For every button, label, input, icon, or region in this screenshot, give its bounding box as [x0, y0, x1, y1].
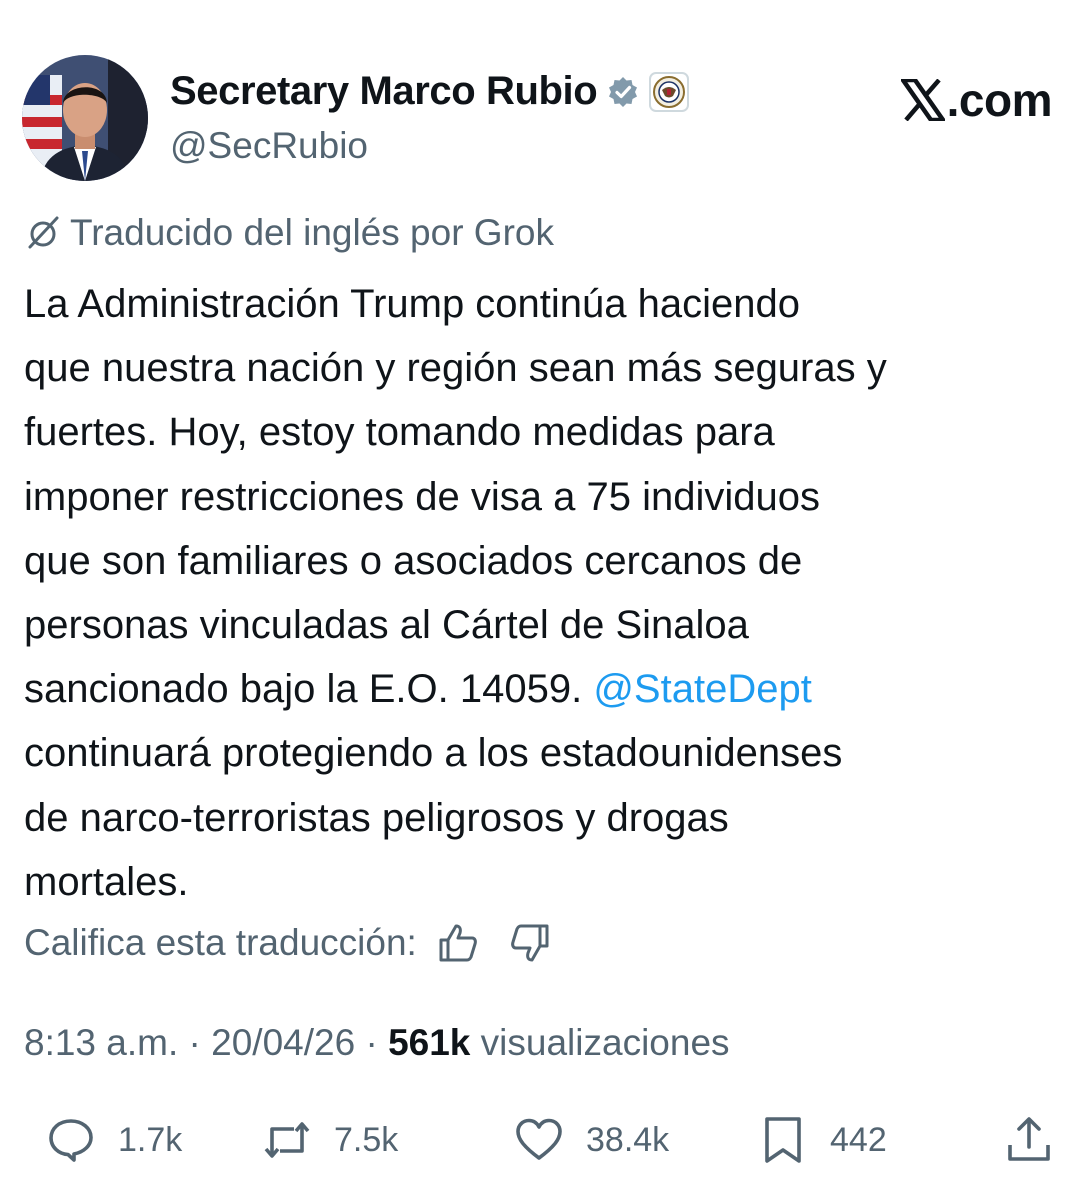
tweet-line: imponer restricciones de visa a 75 indiv… [24, 474, 820, 519]
verified-check-icon [609, 76, 638, 107]
separator: · [365, 1022, 378, 1063]
reply-button[interactable]: 1.7k [46, 1105, 182, 1175]
brand-suffix: .com [946, 74, 1053, 126]
tweet-line: de narco-terroristas peligrosos y drogas [24, 795, 729, 840]
bookmark-count: 442 [830, 1120, 887, 1159]
tweet-line: que nuestra nación y región sean más seg… [24, 346, 887, 391]
tweet-header: Secretary Marco Rubio @SecRubio .com [22, 55, 1053, 185]
repost-icon [264, 1122, 310, 1158]
bookmark-button[interactable]: 442 [758, 1105, 887, 1175]
reply-count: 1.7k [118, 1120, 183, 1159]
share-icon [1008, 1117, 1050, 1161]
tweet-line: que son familiares o asociados cercanos … [24, 538, 803, 583]
action-bar: 1.7k 7.5k 38.4k 442 [0, 1105, 1075, 1175]
rate-translation-label: Califica esta traducción: [24, 922, 417, 963]
tweet-line: mortales. [24, 859, 189, 904]
tweet-line: fuertes. Hoy, estoy tomando medidas para [24, 410, 775, 455]
views-count: 561k [388, 1022, 471, 1063]
mention-link[interactable]: @StateDept [593, 667, 812, 711]
handle[interactable]: @SecRubio [170, 125, 368, 167]
grok-icon [28, 216, 59, 249]
brand-watermark: .com [900, 73, 1053, 127]
translation-note-text[interactable]: Traducido del inglés por Grok [70, 212, 554, 254]
repost-count: 7.5k [334, 1120, 399, 1159]
translation-note: Traducido del inglés por Grok [24, 212, 554, 254]
rate-translation: Califica esta traducción: [24, 922, 551, 964]
tweet-line: sancionado bajo la E.O. 14059. [24, 667, 583, 712]
reply-icon [49, 1119, 93, 1162]
tweet-text: La Administración Trump continúa haciend… [24, 272, 1064, 914]
corner-mark: ⌃ [4, 0, 13, 7]
separator: · [188, 1022, 201, 1063]
heart-icon [516, 1118, 562, 1160]
department-seal-icon [649, 71, 690, 112]
tweet-line: La Administración Trump continúa haciend… [24, 282, 801, 326]
tweet-date[interactable]: 20/04/26 [211, 1022, 355, 1063]
like-count: 38.4k [586, 1120, 670, 1159]
avatar[interactable] [22, 55, 148, 181]
views-label: visualizaciones [480, 1022, 730, 1063]
tweet-line: continuará protegiendo a los estadounide… [24, 731, 843, 776]
like-button[interactable]: 38.4k [514, 1105, 669, 1175]
repost-button[interactable]: 7.5k [262, 1105, 398, 1175]
tweet-line: personas vinculadas al Cártel de Sinaloa [24, 603, 749, 648]
thumb-up-icon[interactable] [437, 922, 479, 964]
tweet-time[interactable]: 8:13 a.m. [24, 1022, 178, 1063]
name-row: Secretary Marco Rubio [170, 69, 690, 114]
share-button[interactable] [1004, 1105, 1054, 1175]
display-name[interactable]: Secretary Marco Rubio [170, 69, 598, 114]
tweet-meta: 8:13 a.m. · 20/04/26 · 561k visualizacio… [24, 1022, 730, 1064]
bookmark-icon [765, 1117, 801, 1163]
x-logo-icon [900, 79, 945, 121]
thumb-down-icon[interactable] [509, 922, 551, 964]
